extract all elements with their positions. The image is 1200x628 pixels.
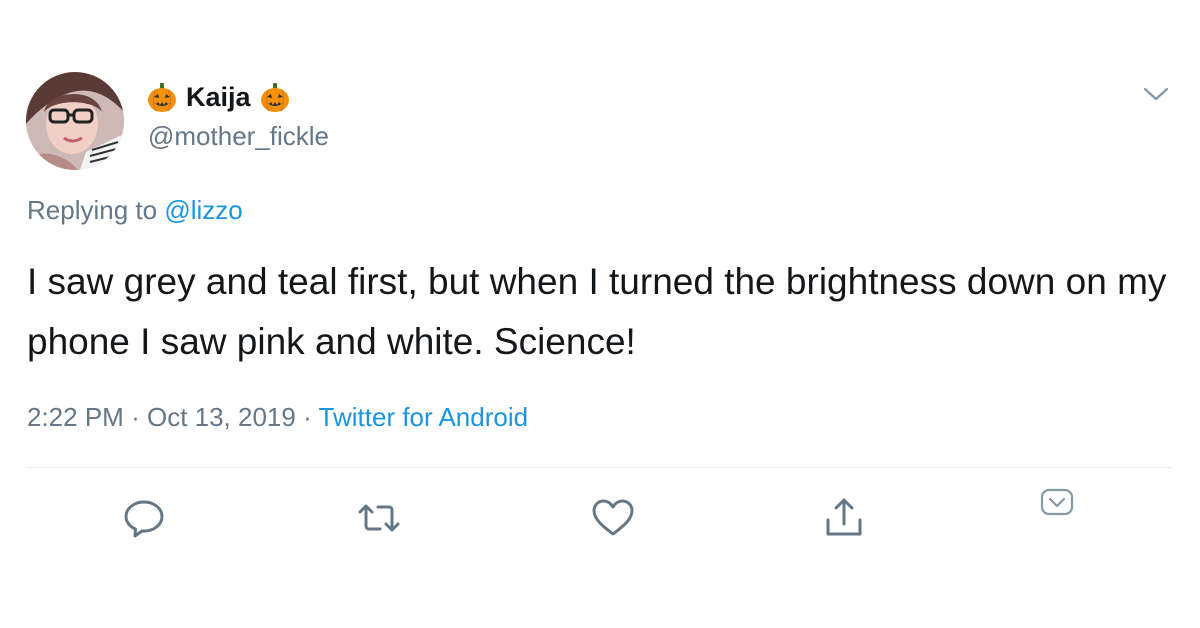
replying-to-line: Replying to @lizzo bbox=[27, 195, 243, 226]
like-icon bbox=[590, 496, 636, 540]
share-icon bbox=[822, 496, 866, 540]
author-display-name[interactable]: Kaija bbox=[186, 82, 251, 113]
tweet-text: I saw grey and teal first, but when I tu… bbox=[27, 261, 1167, 362]
tweet-time[interactable]: 2:22 PM bbox=[27, 402, 124, 432]
like-button[interactable] bbox=[590, 496, 636, 540]
retweet-button[interactable] bbox=[356, 496, 402, 540]
divider bbox=[27, 467, 1172, 468]
reply-mention-link[interactable]: @lizzo bbox=[164, 195, 242, 225]
reply-icon bbox=[122, 496, 166, 540]
retweet-icon bbox=[356, 496, 402, 540]
share-button[interactable] bbox=[822, 496, 866, 540]
tweet-card: Kaija @mother_fickle Replying to @lizzo … bbox=[0, 0, 1200, 628]
meta-separator: · bbox=[303, 402, 312, 432]
more-actions-button[interactable] bbox=[1040, 488, 1074, 518]
replying-to-label: Replying to bbox=[27, 195, 165, 225]
tweet-metadata: 2:22 PM · Oct 13, 2019 · Twitter for And… bbox=[27, 402, 528, 433]
author-handle[interactable]: @mother_fickle bbox=[148, 121, 329, 152]
jack-o-lantern-icon bbox=[259, 81, 291, 113]
more-actions-icon bbox=[1040, 488, 1074, 518]
tweet-date[interactable]: Oct 13, 2019 bbox=[147, 402, 296, 432]
meta-separator: · bbox=[131, 402, 140, 432]
avatar[interactable] bbox=[26, 72, 124, 170]
reply-button[interactable] bbox=[122, 496, 166, 540]
tweet-source-link[interactable]: Twitter for Android bbox=[319, 402, 529, 432]
author-name-row[interactable]: Kaija bbox=[146, 80, 291, 114]
chevron-down-icon[interactable] bbox=[1142, 84, 1170, 104]
jack-o-lantern-icon bbox=[146, 81, 178, 113]
